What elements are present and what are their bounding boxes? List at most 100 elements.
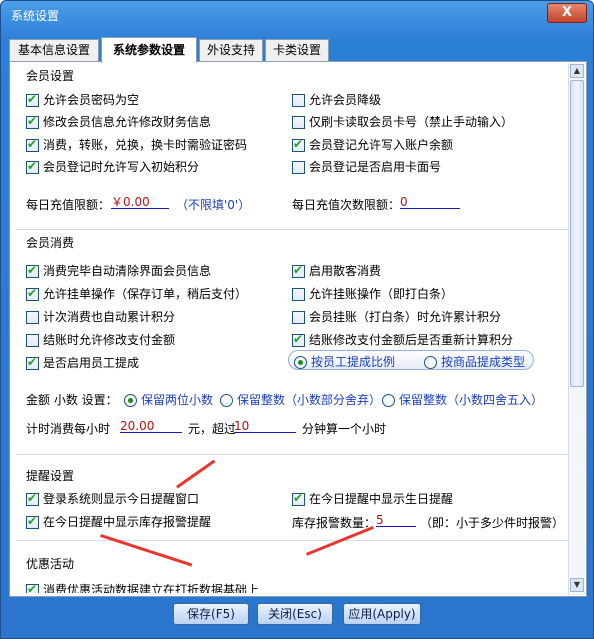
checkbox[interactable] [292, 137, 305, 152]
option-allow-hold-order[interactable]: 允许挂单操作（保存订单，稍后支付） [26, 285, 247, 302]
stock-alert-hint: （即：小于多少件时报警） [420, 516, 565, 530]
member-consume-section: 会员消费 消费完毕自动清除界面会员信息 启用散客消费 允许挂单操作（保存订单，稍… [16, 232, 568, 455]
checkbox[interactable] [26, 491, 39, 506]
vertical-scrollbar[interactable]: ▲ ▼ [568, 63, 585, 595]
option-write-balance[interactable]: 会员登记允许写入账户余额 [292, 136, 453, 153]
checkbox[interactable] [292, 288, 305, 301]
option-show-today-reminder[interactable]: 登录系统则显示今日提醒窗口 [26, 490, 199, 507]
radio-commission-by-product[interactable]: 按商品提成类型 [424, 353, 525, 370]
checkbox[interactable] [26, 159, 39, 174]
option-allow-credit[interactable]: 允许挂账操作（即打白条） [292, 285, 453, 302]
daily-limit-input[interactable]: ￥0.00 [111, 195, 169, 209]
section-title: 会员设置 [26, 69, 75, 83]
checkbox[interactable] [292, 332, 305, 347]
radio-button[interactable] [124, 394, 137, 407]
button-bar: 保存(F5) 关闭(Esc) 应用(Apply) [9, 599, 587, 631]
checkbox[interactable] [26, 311, 39, 324]
radio-button[interactable] [424, 356, 437, 369]
title-bar[interactable]: 系统设置 X [1, 1, 593, 35]
checkbox[interactable] [26, 355, 39, 370]
close-window-button[interactable]: X [547, 3, 587, 23]
checkbox[interactable] [26, 263, 39, 278]
section-title: 优惠活动 [26, 557, 75, 571]
checkbox[interactable] [292, 94, 305, 107]
radio-button[interactable] [382, 394, 395, 407]
option-edit-financial-info[interactable]: 修改会员信息允许修改财务信息 [26, 113, 211, 130]
option-staff-commission[interactable]: 是否启用员工提成 [26, 354, 139, 371]
option-label: 按商品提成类型 [441, 355, 526, 369]
checkbox[interactable] [26, 114, 39, 129]
close-button[interactable]: 关闭(Esc) [257, 603, 333, 625]
daily-limit-label: 每日充值限额： [26, 198, 111, 212]
settings-content: 会员设置 允许会员密码为空 允许会员降级 修改会员信息允许修改财务信息 仅刷卡读… [16, 65, 568, 593]
option-allow-empty-password[interactable]: 允许会员密码为空 [26, 91, 139, 108]
scrollbar-thumb[interactable] [570, 80, 584, 387]
option-walk-in-consume[interactable]: 启用散客消费 [292, 262, 381, 279]
option-label: 结账时允许修改支付金额 [43, 333, 176, 347]
radio-commission-by-staff[interactable]: 按员工提成比例 [294, 353, 395, 370]
checkbox[interactable] [26, 286, 39, 301]
option-auto-clear-member[interactable]: 消费完毕自动清除界面会员信息 [26, 262, 211, 279]
option-stock-alert-reminder[interactable]: 在今日提醒中显示库存报警提醒 [26, 513, 211, 530]
checkbox[interactable] [26, 92, 39, 107]
radio-button[interactable] [220, 394, 233, 407]
promo-section: 优惠活动 消费优惠活动数据建立在打折数据基础上 [16, 543, 568, 593]
option-label: 允许挂账操作（即打白条） [309, 287, 454, 301]
option-edit-payment[interactable]: 结账时允许修改支付金额 [26, 331, 175, 348]
checkbox[interactable] [26, 514, 39, 529]
radio-button[interactable] [294, 356, 307, 369]
checkbox[interactable] [292, 161, 305, 174]
daily-count-input[interactable]: 0 [400, 195, 460, 209]
option-verify-password[interactable]: 消费，转账，兑换，换卡时需验证密码 [26, 136, 247, 153]
radio-integer-round[interactable]: 保留整数（小数四舍五入） [382, 391, 543, 408]
scroll-down-icon[interactable]: ▼ [570, 578, 584, 592]
option-credit-points[interactable]: 会员挂账（打白条）时允许累计积分 [292, 308, 501, 325]
option-label: 允许会员密码为空 [43, 93, 140, 107]
option-label: 在今日提醒中显示库存报警提醒 [43, 515, 212, 529]
section-title: 会员消费 [26, 236, 75, 250]
option-label: 保留两位小数 [141, 393, 214, 407]
checkbox[interactable] [292, 263, 305, 278]
timing-price-input[interactable]: 20.00 [120, 419, 182, 433]
option-allow-downgrade[interactable]: 允许会员降级 [292, 91, 381, 108]
option-label: 计次消费也自动累计积分 [43, 310, 176, 324]
option-label: 仅刷卡读取会员卡号（禁止手动输入） [309, 115, 514, 129]
radio-integer-truncate[interactable]: 保留整数（小数部分舍弃） [220, 391, 381, 408]
option-card-face-number[interactable]: 会员登记是否启用卡面号 [292, 158, 441, 175]
timing-minutes-input[interactable]: 10 [234, 419, 296, 433]
timing-suffix-label: 分钟算一个小时 [302, 422, 387, 436]
option-label: 会员登记允许写入账户余额 [309, 138, 454, 152]
radio-two-decimals[interactable]: 保留两位小数 [124, 391, 213, 408]
option-birthday-reminder[interactable]: 在今日提醒中显示生日提醒 [292, 490, 453, 507]
save-button[interactable]: 保存(F5) [173, 603, 249, 625]
option-recalc-points[interactable]: 结账修改支付金额后是否重新计算积分 [292, 331, 513, 348]
checkbox[interactable] [26, 137, 39, 152]
scroll-up-icon[interactable]: ▲ [570, 64, 584, 78]
tab-card-types[interactable]: 卡类设置 [265, 39, 329, 61]
timing-mid-label: 元，超过 [188, 422, 237, 436]
checkbox[interactable] [26, 334, 39, 347]
tab-system-params[interactable]: 系统参数设置 [101, 37, 197, 63]
checkbox[interactable] [292, 311, 305, 324]
option-label: 保留整数（小数四舍五入） [399, 393, 544, 407]
checkbox[interactable] [292, 116, 305, 129]
decimal-setting-label: 金额 小数 设置： [26, 393, 118, 407]
option-label: 消费优惠活动数据建立在打折数据基础上 [43, 583, 260, 593]
apply-button[interactable]: 应用(Apply) [343, 603, 421, 625]
option-label: 在今日提醒中显示生日提醒 [309, 492, 454, 506]
option-count-consume-points[interactable]: 计次消费也自动累计积分 [26, 308, 175, 325]
option-label: 保留整数（小数部分舍弃） [237, 393, 382, 407]
option-label: 消费，转账，兑换，换卡时需验证密码 [43, 138, 248, 152]
option-label: 消费完毕自动清除界面会员信息 [43, 264, 212, 278]
option-write-initial-points[interactable]: 会员登记时允许写入初始积分 [26, 158, 199, 175]
tab-peripherals[interactable]: 外设支持 [199, 39, 263, 61]
checkbox[interactable] [292, 491, 305, 506]
option-promo-on-discount[interactable]: 消费优惠活动数据建立在打折数据基础上 [26, 581, 259, 593]
option-card-only-read[interactable]: 仅刷卡读取会员卡号（禁止手动输入） [292, 113, 513, 130]
tab-basic-info[interactable]: 基本信息设置 [9, 39, 99, 61]
option-label: 允许挂单操作（保存订单，稍后支付） [43, 287, 248, 301]
section-title: 提醒设置 [26, 469, 75, 483]
stock-alert-input[interactable]: 5 [376, 513, 416, 527]
checkbox[interactable] [26, 582, 39, 593]
option-label: 会员登记是否启用卡面号 [309, 160, 442, 174]
